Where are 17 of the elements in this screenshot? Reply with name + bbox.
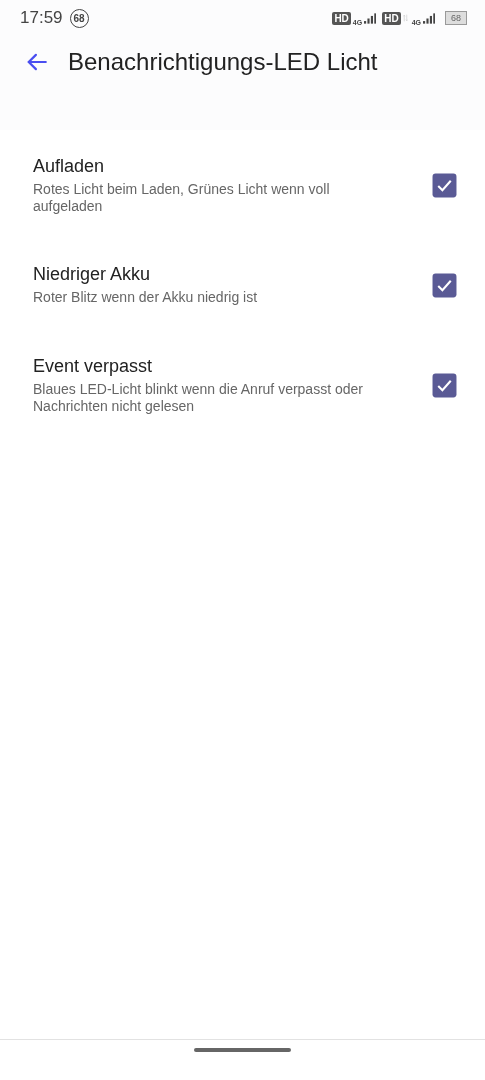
setting-description: Blaues LED-Licht blinkt wenn die Anruf verpasst oder Nachrichten nicht gelesen bbox=[33, 380, 364, 415]
signal-icon bbox=[364, 12, 377, 24]
hd-indicator: HD bbox=[382, 11, 401, 25]
checkbox[interactable] bbox=[432, 272, 457, 298]
battery-indicator: 68 bbox=[445, 11, 467, 25]
status-time: 17:59 bbox=[20, 8, 63, 28]
signal-icon bbox=[423, 12, 435, 24]
setting-title: Niedriger Akku bbox=[33, 264, 152, 285]
setting-title: Aufladen bbox=[33, 155, 106, 177]
setting-title: Event verpasst bbox=[33, 355, 154, 377]
page-title: Benachrichtigungs-LED Licht bbox=[68, 48, 378, 76]
hd-indicator: HD bbox=[332, 11, 351, 25]
setting-description: Roter Blitz wenn der Akku niedrig ist bbox=[33, 289, 259, 306]
checkbox[interactable] bbox=[432, 372, 457, 398]
setting-description: Rotes Licht beim Laden, Grünes Licht wenn voll aufgeladen bbox=[33, 180, 331, 215]
back-arrow-icon[interactable] bbox=[26, 51, 48, 73]
checkbox[interactable] bbox=[432, 172, 457, 198]
